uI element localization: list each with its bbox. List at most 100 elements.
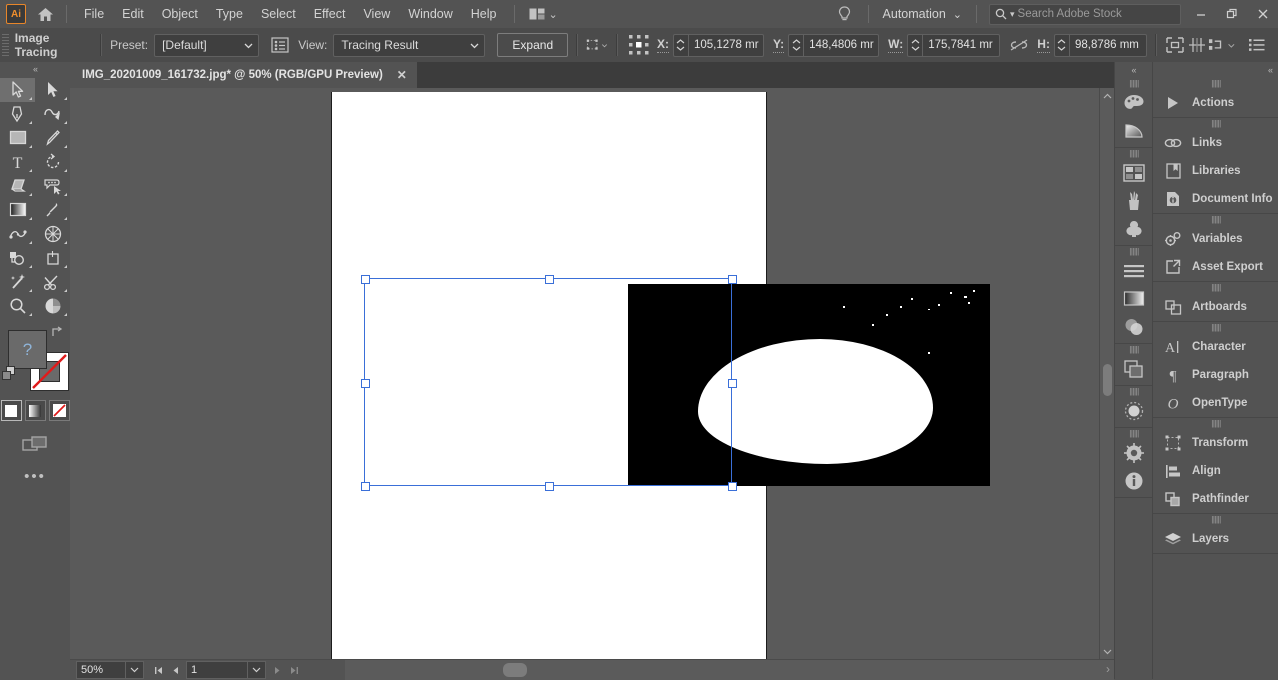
info-panel-icon[interactable] (1115, 467, 1153, 495)
menu-file[interactable]: File (75, 3, 113, 25)
blend-tool[interactable] (0, 222, 35, 246)
rectangle-tool[interactable] (0, 126, 35, 150)
gradient-tool[interactable] (0, 198, 35, 222)
scroll-up-arrow[interactable] (1100, 88, 1114, 103)
rotate-tool[interactable] (35, 150, 70, 174)
panel-item-align[interactable]: Align (1153, 457, 1278, 485)
appearance-panel-icon[interactable] (1115, 355, 1153, 383)
h-stepper[interactable] (1053, 33, 1069, 57)
y-field[interactable]: 148,4806 mr (788, 33, 880, 57)
view-dropdown[interactable]: Tracing Result (333, 33, 486, 57)
zoom-level-combo[interactable]: 50% (76, 661, 144, 679)
w-field[interactable]: 175,7841 mr (907, 33, 1001, 57)
color-guide-panel-icon[interactable] (1115, 117, 1153, 145)
color-panel-icon[interactable] (1115, 89, 1153, 117)
panel-item-asset-export[interactable]: Asset Export (1153, 253, 1278, 281)
magic-wand-tool[interactable] (0, 270, 35, 294)
dock-group-gripper[interactable]: |||||| (1115, 386, 1153, 397)
direct-selection-tool[interactable] (35, 78, 70, 102)
shape-builder-tool[interactable] (0, 246, 35, 270)
swap-fill-stroke-icon[interactable] (50, 326, 64, 341)
panel-item-variables[interactable]: Variables (1153, 225, 1278, 253)
scissors-tool[interactable] (35, 270, 70, 294)
edit-toolbar-icon[interactable]: ••• (0, 469, 70, 484)
page-chevron-down-icon[interactable] (247, 661, 266, 679)
zoom-level-value[interactable]: 50% (76, 661, 125, 679)
eyedropper-tool[interactable] (35, 198, 70, 222)
unlink-proportions-icon[interactable] (1008, 34, 1029, 56)
restore-button[interactable] (1216, 0, 1247, 28)
image-trace-panel-button[interactable] (269, 34, 290, 56)
y-stepper[interactable] (788, 33, 804, 57)
none-mode-button[interactable] (48, 400, 70, 421)
tools-panel-gripper[interactable]: ‹‹ (0, 62, 70, 76)
panel-item-document-info[interactable]: Document Info (1153, 185, 1278, 213)
menu-window[interactable]: Window (399, 3, 461, 25)
align-icon[interactable] (1186, 34, 1208, 56)
close-button[interactable] (1247, 0, 1278, 28)
panel-group-gripper[interactable]: |||||| (1153, 118, 1278, 129)
panel-group-gripper[interactable]: |||||| (1153, 418, 1278, 429)
menu-view[interactable]: View (354, 3, 399, 25)
minimize-button[interactable] (1185, 0, 1216, 28)
collapse-panels-button[interactable]: « (1268, 62, 1273, 78)
graphic-styles-panel-icon[interactable] (1115, 397, 1153, 425)
dock-group-gripper[interactable]: |||||| (1115, 344, 1153, 355)
w-stepper[interactable] (907, 33, 923, 57)
pen-tool[interactable] (0, 102, 35, 126)
page-number-input[interactable]: 1 (186, 661, 247, 679)
swatches-panel-icon[interactable] (1115, 159, 1153, 187)
panel-group-gripper[interactable]: |||||| (1153, 322, 1278, 333)
transform-reference-button[interactable] (586, 34, 608, 56)
arrange-documents-button[interactable]: ⌄ (523, 5, 564, 24)
panel-group-gripper[interactable]: |||||| (1153, 282, 1278, 293)
scroll-right-icon[interactable]: › (1106, 662, 1110, 676)
x-input[interactable]: 105,1278 mr (687, 33, 764, 57)
arrange-icon[interactable] (1208, 34, 1236, 56)
selection-tool[interactable] (0, 78, 35, 102)
workspace-switcher[interactable]: Automation ⌄ (877, 4, 968, 24)
dock-group-gripper[interactable]: |||||| (1115, 246, 1153, 257)
lightbulb-icon[interactable] (829, 0, 860, 28)
dock-group-gripper[interactable]: |||||| (1115, 428, 1153, 439)
change-screen-mode-button[interactable] (0, 435, 70, 455)
menu-help[interactable]: Help (462, 3, 506, 25)
control-bar-gripper[interactable] (2, 34, 9, 56)
panel-item-character[interactable]: A Character (1153, 333, 1278, 361)
vertical-scrollbar[interactable] (1099, 88, 1114, 659)
w-input[interactable]: 175,7841 mr (922, 33, 1001, 57)
panel-item-artboards[interactable]: Artboards (1153, 293, 1278, 321)
menu-object[interactable]: Object (153, 3, 207, 25)
color-mode-button[interactable] (0, 400, 22, 421)
panel-item-links[interactable]: Links (1153, 129, 1278, 157)
panel-group-gripper[interactable]: |||||| (1153, 214, 1278, 225)
panel-item-layers[interactable]: Layers (1153, 525, 1278, 553)
menu-select[interactable]: Select (252, 3, 305, 25)
default-fill-stroke-icon[interactable] (2, 366, 18, 385)
panel-item-transform[interactable]: Transform (1153, 429, 1278, 457)
zoom-tool[interactable] (0, 294, 35, 318)
curvature-tool[interactable] (35, 102, 70, 126)
menu-edit[interactable]: Edit (113, 3, 153, 25)
x-field[interactable]: 105,1278 mr (672, 33, 764, 57)
search-adobe-stock-input[interactable]: ▾ Search Adobe Stock (989, 3, 1181, 25)
panel-group-gripper[interactable]: |||||| (1153, 78, 1278, 89)
shaper-tool[interactable] (0, 174, 35, 198)
panel-item-actions[interactable]: Actions (1153, 89, 1278, 117)
first-page-icon[interactable] (150, 662, 167, 678)
type-tool[interactable]: T (0, 150, 35, 174)
traced-artwork[interactable] (628, 284, 990, 486)
menu-type[interactable]: Type (207, 3, 252, 25)
document-tab[interactable]: IMG_20201009_161732.jpg* @ 50% (RGB/GPU … (70, 62, 417, 88)
paintbrush-tool[interactable] (35, 126, 70, 150)
horizontal-scrollbar[interactable]: › (345, 660, 1114, 680)
vertical-scrollbar-thumb[interactable] (1103, 364, 1112, 396)
panel-item-pathfinder[interactable]: Pathfinder (1153, 485, 1278, 513)
reference-point-grid-icon[interactable] (626, 34, 651, 56)
home-icon[interactable] (32, 1, 58, 27)
y-input[interactable]: 148,4806 mr (803, 33, 880, 57)
pie-tool[interactable] (35, 294, 70, 318)
menu-effect[interactable]: Effect (305, 3, 355, 25)
navigator-panel-icon[interactable] (1115, 439, 1153, 467)
options-menu-icon[interactable] (1246, 34, 1268, 56)
